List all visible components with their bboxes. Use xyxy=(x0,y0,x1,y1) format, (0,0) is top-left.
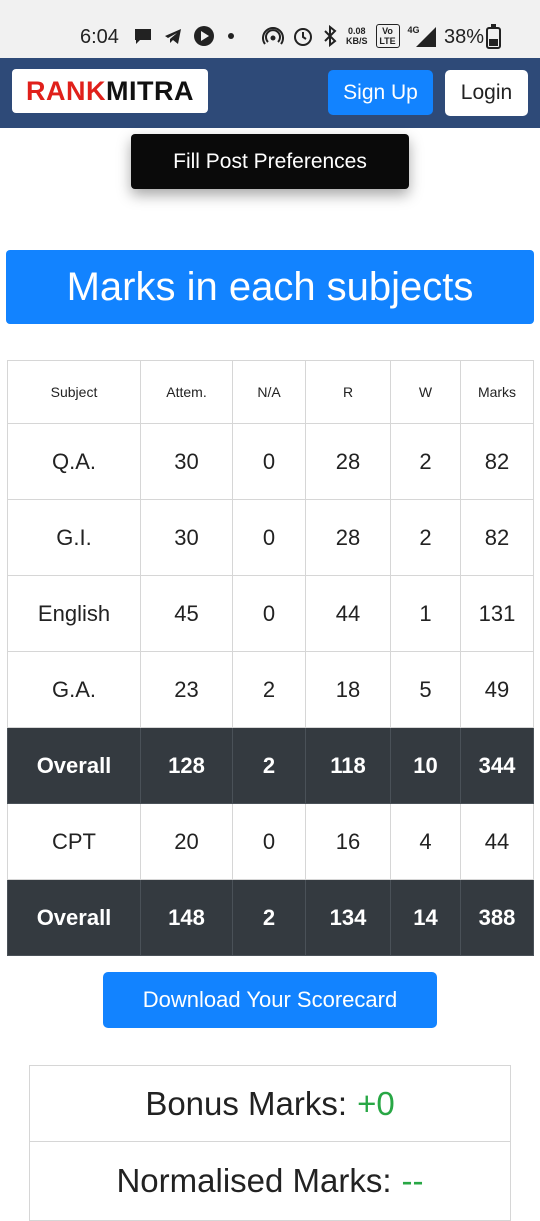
hotspot-icon xyxy=(262,27,284,45)
bonus-marks-card: Bonus Marks: +0 xyxy=(29,1065,511,1142)
header-right: R xyxy=(305,360,391,424)
cell-subject: Overall xyxy=(7,879,141,956)
cell-na: 2 xyxy=(232,651,306,728)
cell-right: 118 xyxy=(305,727,391,804)
alarm-icon xyxy=(294,28,312,46)
login-button[interactable]: Login xyxy=(445,70,528,116)
cell-attempted: 128 xyxy=(140,727,233,804)
table-row-overall: Overall 128 2 118 10 344 xyxy=(7,727,534,804)
cell-attempted: 23 xyxy=(140,651,233,728)
dot-icon xyxy=(228,33,234,39)
battery-percent: 38% xyxy=(444,26,485,48)
cell-subject: Overall xyxy=(7,727,141,804)
cell-marks: 49 xyxy=(460,651,534,728)
cell-right: 134 xyxy=(305,879,391,956)
signup-button[interactable]: Sign Up xyxy=(328,70,433,115)
cell-wrong: 5 xyxy=(390,651,461,728)
header-attempted: Attem. xyxy=(140,360,233,424)
cell-right: 18 xyxy=(305,651,391,728)
cell-subject: Q.A. xyxy=(7,423,141,500)
status-time: 6:04 xyxy=(80,26,119,48)
signal-icon: 4G xyxy=(408,25,438,47)
cell-attempted: 30 xyxy=(140,423,233,500)
cell-marks: 131 xyxy=(460,575,534,652)
cell-subject: CPT xyxy=(7,803,141,880)
cell-wrong: 4 xyxy=(390,803,461,880)
cell-right: 28 xyxy=(305,423,391,500)
telegram-icon xyxy=(165,29,181,44)
cell-right: 44 xyxy=(305,575,391,652)
header-na: N/A xyxy=(232,360,306,424)
data-speed: 0.08 KB/S xyxy=(346,26,368,46)
cell-na: 2 xyxy=(232,727,306,804)
cell-na: 0 xyxy=(232,575,306,652)
cell-na: 0 xyxy=(232,499,306,576)
bonus-marks-label: Bonus Marks: xyxy=(145,1084,348,1122)
cell-marks: 82 xyxy=(460,499,534,576)
battery-icon xyxy=(486,24,501,49)
table-row-overall: Overall 148 2 134 14 388 xyxy=(7,879,534,956)
cell-wrong: 2 xyxy=(390,423,461,500)
cell-attempted: 20 xyxy=(140,803,233,880)
fill-post-preferences-button[interactable]: Fill Post Preferences xyxy=(131,134,409,189)
cell-wrong: 2 xyxy=(390,499,461,576)
cell-subject: G.A. xyxy=(7,651,141,728)
section-heading: Marks in each subjects xyxy=(6,250,534,324)
cell-wrong: 14 xyxy=(390,879,461,956)
navbar: RANK MITRA Sign Up Login xyxy=(0,58,540,128)
cell-na: 2 xyxy=(232,879,306,956)
header-wrong: W xyxy=(390,360,461,424)
cell-marks: 388 xyxy=(460,879,534,956)
cell-wrong: 10 xyxy=(390,727,461,804)
normalised-marks-label: Normalised Marks: xyxy=(116,1162,392,1199)
notification-icons xyxy=(133,25,237,47)
cell-attempted: 148 xyxy=(140,879,233,956)
header-subject: Subject xyxy=(7,360,141,424)
chat-icon xyxy=(135,29,151,44)
cell-right: 28 xyxy=(305,499,391,576)
cell-right: 16 xyxy=(305,803,391,880)
table-row: English 45 0 44 1 131 xyxy=(7,575,534,652)
header-marks: Marks xyxy=(460,360,534,424)
system-icons: 0.08 KB/S Vo LTE 4G xyxy=(262,24,438,48)
cell-wrong: 1 xyxy=(390,575,461,652)
bonus-marks-value: +0 xyxy=(357,1084,395,1122)
table-row: G.A. 23 2 18 5 49 xyxy=(7,651,534,728)
table-row: CPT 20 0 16 4 44 xyxy=(7,803,534,880)
cell-marks: 344 xyxy=(460,727,534,804)
cell-marks: 82 xyxy=(460,423,534,500)
cell-marks: 44 xyxy=(460,803,534,880)
table-row: Q.A. 30 0 28 2 82 xyxy=(7,423,534,500)
bluetooth-icon xyxy=(324,25,337,47)
youtube-icon xyxy=(194,26,214,46)
cell-na: 0 xyxy=(232,803,306,880)
cell-subject: G.I. xyxy=(7,499,141,576)
normalised-marks-card: Normalised Marks: -- xyxy=(29,1141,511,1221)
cell-subject: English xyxy=(7,575,141,652)
normalised-marks-value: -- xyxy=(401,1162,424,1199)
download-scorecard-button[interactable]: Download Your Scorecard xyxy=(103,972,437,1028)
rankmitra-logo[interactable]: RANK MITRA xyxy=(12,69,208,113)
status-bar: 6:04 0.08 KB/S Vo LTE 4G 38% xyxy=(0,0,540,58)
volte-icon: Vo LTE xyxy=(375,24,400,48)
marks-table: Subject Attem. N/A R W Marks Q.A. 30 0 28 2 8… xyxy=(7,360,534,956)
cell-na: 0 xyxy=(232,423,306,500)
table-header-row: Subject Attem. N/A R W Marks xyxy=(7,360,534,424)
cell-attempted: 30 xyxy=(140,499,233,576)
cell-attempted: 45 xyxy=(140,575,233,652)
table-row: G.I. 30 0 28 2 82 xyxy=(7,499,534,576)
